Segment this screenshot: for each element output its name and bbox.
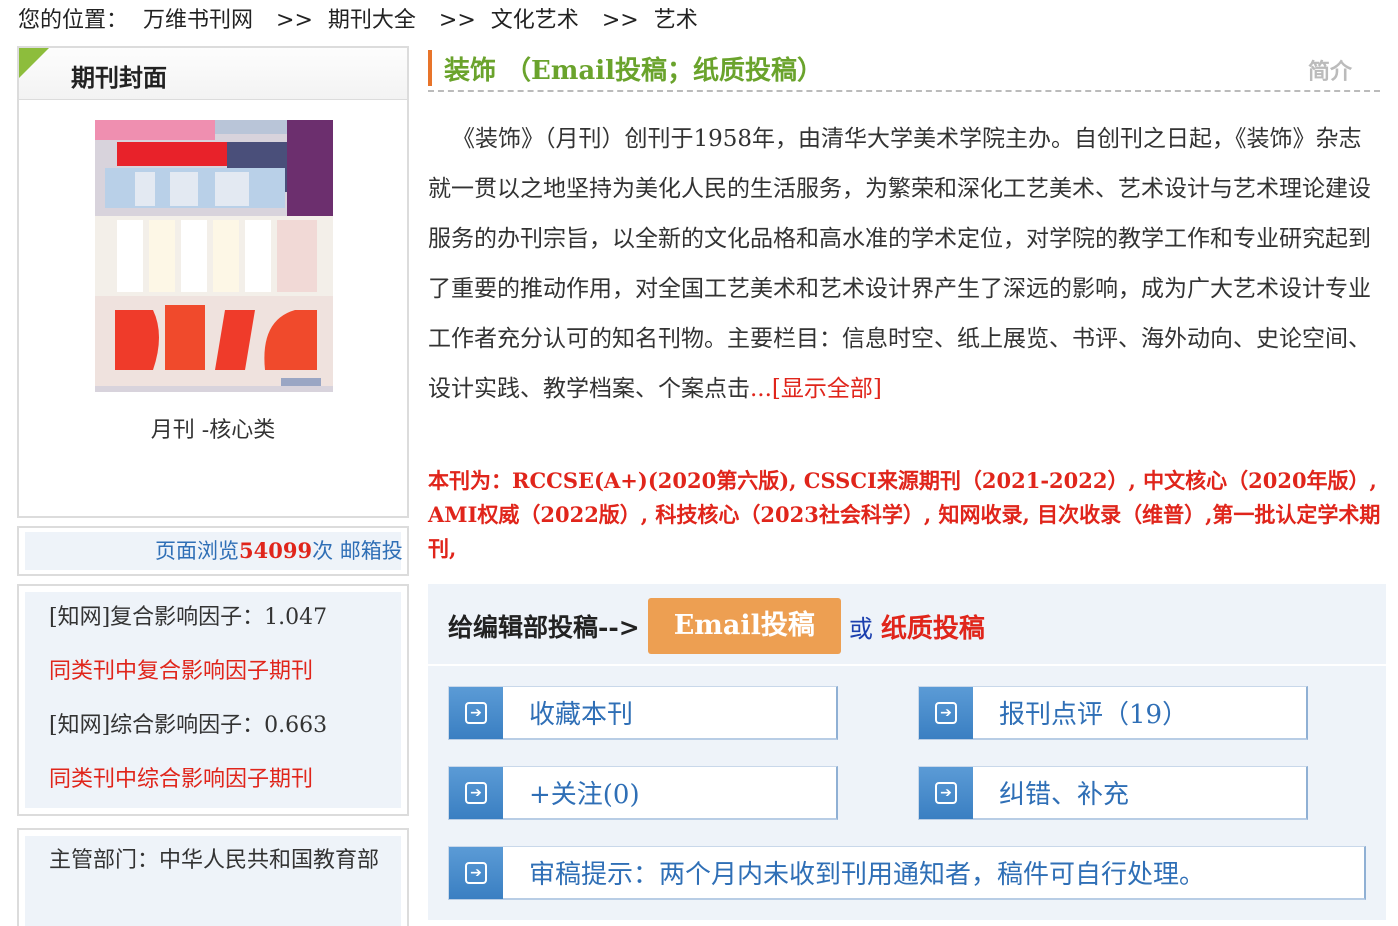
journal-description: 《装饰》（月刊）创刊于1958年，由清华大学美术学院主办。自创刊之日起，《装饰》…: [428, 114, 1376, 414]
page-views-panel: 页面浏览54099次 邮箱投: [17, 526, 409, 576]
favorite-button[interactable]: ➔ 收藏本刊: [448, 686, 838, 740]
composite-impact-factor: [知网]复合影响因子：1.047: [49, 605, 328, 630]
breadcrumb: 您的位置： 万维书刊网 >> 期刊大全 >> 文化艺术 >> 艺术: [18, 2, 706, 33]
submission-row: 给编辑部投稿--> Email投稿 或 纸质投稿: [448, 596, 985, 656]
breadcrumb-separator: >>: [601, 8, 639, 33]
description-text: 《装饰》（月刊）创刊于1958年，由清华大学美术学院主办。自创刊之日起，《装饰》…: [428, 126, 1371, 402]
review-button[interactable]: ➔ 报刊点评（19）: [918, 686, 1308, 740]
comprehensive-impact-factor: [知网]综合影响因子：0.663: [49, 713, 328, 738]
journal-title-bar: 装饰 （Email投稿；纸质投稿） 简介: [428, 46, 1380, 92]
submission-label: 给编辑部投稿-->: [448, 613, 640, 642]
panel-divider: [428, 664, 1386, 666]
corner-accent-icon: [19, 48, 49, 78]
review-label: 报刊点评（19）: [999, 700, 1189, 730]
breadcrumb-separator: >>: [276, 8, 313, 33]
or-text: 或: [848, 614, 873, 643]
department-panel: 主管部门：中华人民共和国教育部: [17, 828, 409, 926]
arrow-right-icon: ➔: [449, 846, 503, 899]
submission-panel: 给编辑部投稿--> Email投稿 或 纸质投稿 ➔ 收藏本刊 ➔ 报刊点评（1…: [428, 584, 1386, 920]
review-notice: ➔ 审稿提示：两个月内未收到刊用通知者，稿件可自行处理。: [448, 846, 1366, 900]
show-all-link[interactable]: ...[显示全部]: [750, 376, 882, 402]
arrow-right-icon: ➔: [449, 766, 503, 819]
views-count: 54099: [239, 538, 313, 563]
arrow-right-icon: ➔: [919, 766, 973, 819]
views-prefix: 页面浏览: [155, 539, 239, 563]
correct-button[interactable]: ➔ 纠错、补充: [918, 766, 1308, 820]
cover-artwork: [95, 120, 333, 392]
indexing-info: 本刊为：RCCSE(A+)(2020第六版), CSSCI来源期刊（2021-2…: [428, 468, 1381, 561]
supervising-department: 主管部门：中华人民共和国教育部: [25, 836, 401, 926]
page-views-text: 页面浏览54099次 邮箱投: [25, 532, 403, 570]
breadcrumb-item-culture-art[interactable]: 文化艺术: [491, 8, 579, 33]
composite-impact-link[interactable]: 同类刊中复合影响因子期刊: [49, 652, 401, 706]
comprehensive-impact-link[interactable]: 同类刊中综合影响因子期刊: [49, 760, 401, 814]
impact-factor-list: [知网]复合影响因子：1.047 同类刊中复合影响因子期刊 [知网]综合影响因子…: [25, 592, 401, 808]
breadcrumb-item-art[interactable]: 艺术: [654, 8, 698, 33]
journal-cover-panel: 期刊封面 月刊 -核心类: [17, 46, 409, 518]
breadcrumb-item-journals[interactable]: 期刊大全: [328, 8, 416, 33]
breadcrumb-prefix: 您的位置：: [18, 8, 129, 33]
breadcrumb-item-home[interactable]: 万维书刊网: [143, 8, 253, 33]
follow-button[interactable]: ➔ +关注(0): [448, 766, 838, 820]
favorite-label: 收藏本刊: [529, 700, 634, 730]
journal-title: 装饰 （Email投稿；纸质投稿）: [444, 56, 823, 86]
cover-panel-title: 期刊封面: [71, 63, 167, 92]
tab-intro[interactable]: 简介: [1308, 54, 1352, 86]
review-notice-label: 审稿提示：两个月内未收到刊用通知者，稿件可自行处理。: [529, 860, 1206, 890]
impact-factor-panel: [知网]复合影响因子：1.047 同类刊中复合影响因子期刊 [知网]综合影响因子…: [17, 584, 409, 816]
views-suffix: 次 邮箱投: [312, 539, 403, 563]
follow-label: +关注(0): [529, 780, 640, 810]
email-submit-button[interactable]: Email投稿: [647, 598, 841, 654]
correct-label: 纠错、补充: [999, 780, 1130, 810]
breadcrumb-separator: >>: [438, 8, 476, 33]
journal-frequency: 月刊 -核心类: [150, 418, 276, 443]
paper-submit-link[interactable]: 纸质投稿: [881, 608, 985, 645]
cover-panel-header: 期刊封面: [19, 48, 407, 100]
arrow-right-icon: ➔: [449, 686, 503, 739]
title-accent-bar: [428, 50, 432, 86]
journal-cover-image[interactable]: [95, 120, 333, 392]
arrow-right-icon: ➔: [919, 686, 973, 739]
